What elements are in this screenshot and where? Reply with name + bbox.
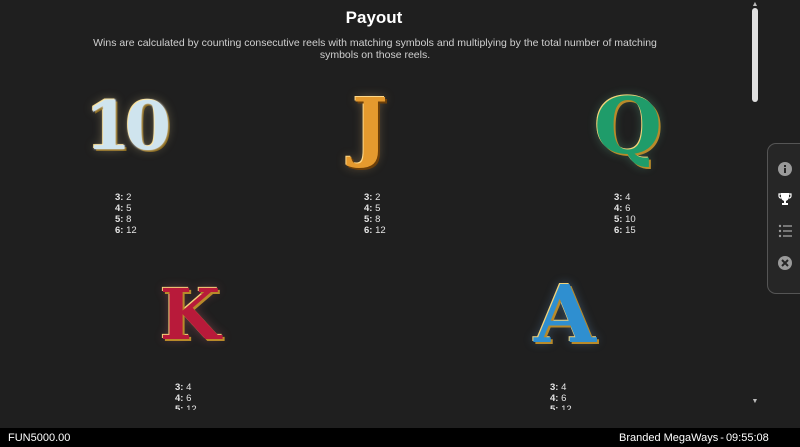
symbol-10-paytable: 3: 2 4: 5 5: 8 6: 12 — [115, 192, 137, 236]
symbol-j: J — [340, 84, 400, 168]
separator: - — [720, 432, 724, 444]
rules-button[interactable] — [776, 222, 794, 240]
symbol-j-glyph: J — [352, 81, 388, 170]
pay-row: 4: 6 — [614, 203, 631, 214]
scrollbar-thumb[interactable] — [752, 8, 758, 102]
close-button[interactable] — [776, 254, 794, 272]
trophy-icon — [778, 193, 792, 205]
payout-panel: Payout Wins are calculated by counting c… — [0, 0, 748, 410]
game-name: Branded MegaWays — [619, 432, 719, 444]
pay-row: 6: 15 — [614, 225, 636, 236]
pay-row: 3: 4 — [550, 382, 567, 393]
clock: 09:55:08 — [725, 432, 769, 444]
side-menu — [767, 143, 800, 294]
info-button[interactable] — [776, 160, 794, 178]
symbol-q-paytable: 3: 4 4: 6 5: 10 6: 15 — [614, 192, 636, 236]
game-info: Branded MegaWays -09:55:08 — [619, 432, 769, 444]
list-icon — [778, 224, 792, 238]
page-title: Payout — [345, 8, 403, 27]
pay-row: 4: 6 — [175, 393, 192, 404]
pay-row: 5: 12 — [550, 404, 572, 410]
pay-row: 4: 5 — [115, 203, 132, 214]
pay-row: 3: 2 — [364, 192, 381, 203]
symbol-k: K — [140, 272, 240, 358]
pay-row: 3: 2 — [115, 192, 132, 203]
symbol-10: 10 — [70, 90, 180, 162]
pay-row: 5: 8 — [115, 214, 132, 225]
symbol-10-glyph: 10 — [85, 87, 171, 165]
pay-row: 3: 4 — [614, 192, 631, 203]
close-icon — [778, 256, 792, 270]
pay-row: 5: 8 — [364, 214, 381, 225]
pay-row: 4: 6 — [550, 393, 567, 404]
pay-row: 5: 12 — [175, 404, 197, 410]
symbol-k-glyph: K — [159, 273, 221, 356]
symbol-k-paytable: 3: 4 4: 6 5: 12 — [175, 382, 197, 410]
symbol-a: A — [510, 268, 620, 360]
symbol-q: Q — [578, 82, 678, 172]
pay-row: 4: 5 — [364, 203, 381, 214]
paytable-button[interactable] — [776, 190, 794, 208]
scroll-down-icon[interactable]: ▼ — [750, 398, 760, 406]
symbol-a-glyph: A — [533, 267, 597, 361]
pay-row: 6: 12 — [364, 225, 386, 236]
balance-display: FUN5000.00 — [8, 432, 71, 444]
symbol-q-glyph: Q — [594, 81, 662, 172]
symbol-j-paytable: 3: 2 4: 5 5: 8 6: 12 — [364, 192, 386, 236]
payout-description: Wins are calculated by counting consecut… — [93, 37, 657, 61]
pay-row: 5: 10 — [614, 214, 636, 225]
pay-row: 3: 4 — [175, 382, 192, 393]
pay-row: 6: 12 — [115, 225, 137, 236]
symbol-a-paytable: 3: 4 4: 6 5: 12 — [550, 382, 572, 410]
info-icon — [778, 162, 792, 176]
